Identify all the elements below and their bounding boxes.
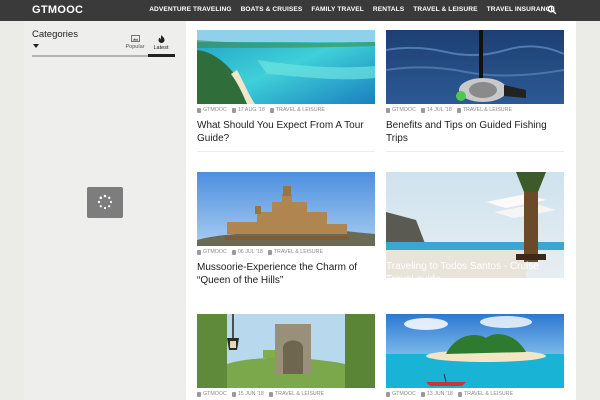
post-thumbnail[interactable] [197,172,375,246]
hilltop-fortress-image [197,172,375,246]
flame-icon [158,35,164,43]
user-icon [386,391,390,397]
post-category[interactable]: TRAVEL & LEISURE [276,107,325,113]
post-author[interactable]: GTMOOC [203,249,227,255]
nav-item-travel-leisure[interactable]: TRAVEL & LEISURE [413,6,477,13]
fishing-reel-image [386,30,564,104]
post-category[interactable]: TRAVEL & LEISURE [274,249,323,255]
nav-item-boats-cruises[interactable]: BOATS & CRUISES [241,6,303,13]
post-thumbnail[interactable] [386,30,564,104]
bookmark-icon [267,249,272,255]
post-thumbnail[interactable] [197,30,375,104]
post-author[interactable]: GTMOOC [392,107,416,113]
post-author[interactable]: GTMOOC [392,391,416,397]
nav-item-family-travel[interactable]: FAMILY TRAVEL [311,6,363,13]
tab-popular-label: Popular [125,44,145,50]
calendar-icon [420,391,425,397]
calendar-icon [231,391,236,397]
calendar-icon [231,249,236,255]
post-meta: GTMOOC 06 JUL '18 TRAVEL & LEISURE [197,249,323,255]
post-meta: GTMOOC 15 JUN '18 TRAVEL & LEISURE [197,391,324,397]
post-category[interactable]: TRAVEL & LEISURE [464,391,513,397]
loading-spinner [87,187,123,218]
post-title[interactable]: Traveling to Todos Santos - Cruise Trave… [386,260,564,286]
nav-item-adventure-traveling[interactable]: ADVENTURE TRAVELING [149,6,231,13]
user-icon [197,391,201,397]
user-icon [386,107,390,113]
post-date: 13 JUN '18 [426,391,453,397]
user-icon [197,249,201,255]
top-navbar: GTMOOC ADVENTURE TRAVELING BOATS & CRUIS… [0,0,600,21]
bookmark-icon [269,107,274,113]
tab-popular[interactable]: Popular [121,35,149,55]
tropical-island-image [386,314,564,388]
post-author[interactable]: GTMOOC [203,391,227,397]
post-thumbnail[interactable] [386,314,564,388]
caret-down-icon[interactable] [33,44,39,48]
post-date: 15 JUN '18 [237,391,264,397]
main-nav: ADVENTURE TRAVELING BOATS & CRUISES FAMI… [149,6,555,13]
post-title[interactable]: Benefits and Tips on Guided Fishing Trip… [386,119,564,145]
divider [197,151,375,152]
nav-item-travel-insurance[interactable]: TRAVEL INSURANCE [487,6,555,13]
bookmark-icon [457,391,462,397]
sidebar: Categories Popular Latest [24,21,186,400]
stone-ruins-image [197,314,375,388]
post-meta: GTMOOC 14 JUL '18 TRAVEL & LEISURE [386,107,512,113]
nav-item-rentals[interactable]: RENTALS [373,6,404,13]
site-logo[interactable]: GTMOOC [32,4,83,16]
post-title[interactable]: What Should You Expect From A Tour Guide… [197,119,375,145]
post-date: 14 JUL '18 [426,107,452,113]
post-category[interactable]: TRAVEL & LEISURE [275,391,324,397]
post-grid: GTMOOC 17 AUG '18 TRAVEL & LEISURE What … [186,21,576,400]
post-date: 06 JUL '18 [237,249,263,255]
post-date: 17 AUG '18 [237,107,265,113]
search-icon[interactable] [547,5,557,15]
divider [386,151,564,152]
post-meta: GTMOOC 13 JUN '18 TRAVEL & LEISURE [386,391,513,397]
tab-latest-label: Latest [153,45,169,51]
image-icon [130,35,140,42]
user-icon [197,107,201,113]
calendar-icon [231,107,236,113]
spinner-icon [97,194,113,210]
post-category[interactable]: TRAVEL & LEISURE [463,107,512,113]
post-title[interactable]: Mussoorie-Experience the Charm of “Queen… [197,261,375,287]
active-tab-indicator [148,54,175,57]
bookmark-icon [456,107,461,113]
post-meta: GTMOOC 17 AUG '18 TRAVEL & LEISURE [197,107,325,113]
page-wrapper: Categories Popular Latest GTMOOC 17 AUG … [24,21,576,400]
tab-latest[interactable]: Latest [147,35,175,55]
tropical-lagoon-image [197,30,375,104]
post-author[interactable]: GTMOOC [203,107,227,113]
post-thumbnail[interactable] [197,314,375,388]
calendar-icon [420,107,425,113]
bookmark-icon [268,391,273,397]
categories-dropdown[interactable]: Categories [32,29,78,40]
